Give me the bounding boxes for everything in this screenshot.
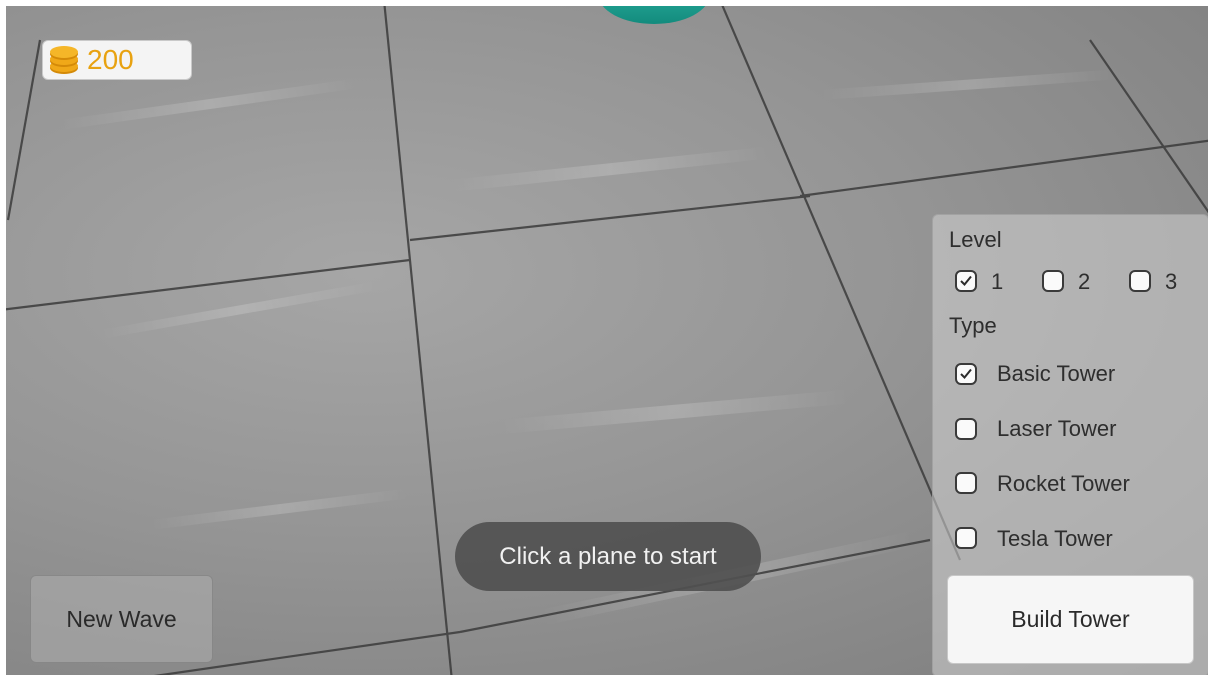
basic-tower-checkbox[interactable] — [955, 363, 977, 385]
build-tower-panel: Level 1 2 3 Type Basic Tower Laser Tower… — [932, 214, 1209, 677]
start-hint-toast: Click a plane to start — [455, 522, 761, 591]
type-label: Type — [949, 313, 997, 338]
basic-tower-label: Basic Tower — [997, 361, 1116, 386]
rocket-tower-checkbox[interactable] — [955, 472, 977, 494]
coin-amount: 200 — [87, 44, 134, 75]
new-wave-button[interactable]: New Wave — [30, 575, 213, 663]
level-1-label: 1 — [991, 269, 1004, 294]
checkmark-icon — [960, 368, 972, 379]
checkmark-icon — [960, 275, 972, 286]
coin-stack-icon — [47, 44, 81, 76]
build-tower-button[interactable]: Build Tower — [947, 575, 1194, 664]
rocket-tower-label: Rocket Tower — [997, 471, 1130, 496]
laser-tower-label: Laser Tower — [997, 416, 1117, 441]
level-3-label: 3 — [1165, 269, 1178, 294]
level-2-label: 2 — [1078, 269, 1091, 294]
tesla-tower-checkbox[interactable] — [955, 527, 977, 549]
level-label: Level — [949, 227, 1002, 252]
level-1-checkbox[interactable] — [955, 270, 977, 292]
tesla-tower-label: Tesla Tower — [997, 526, 1113, 551]
toast-message: Click a plane to start — [499, 542, 717, 570]
level-2-checkbox[interactable] — [1042, 270, 1064, 292]
level-3-checkbox[interactable] — [1129, 270, 1151, 292]
coin-counter: 200 — [42, 40, 192, 80]
laser-tower-checkbox[interactable] — [955, 418, 977, 440]
